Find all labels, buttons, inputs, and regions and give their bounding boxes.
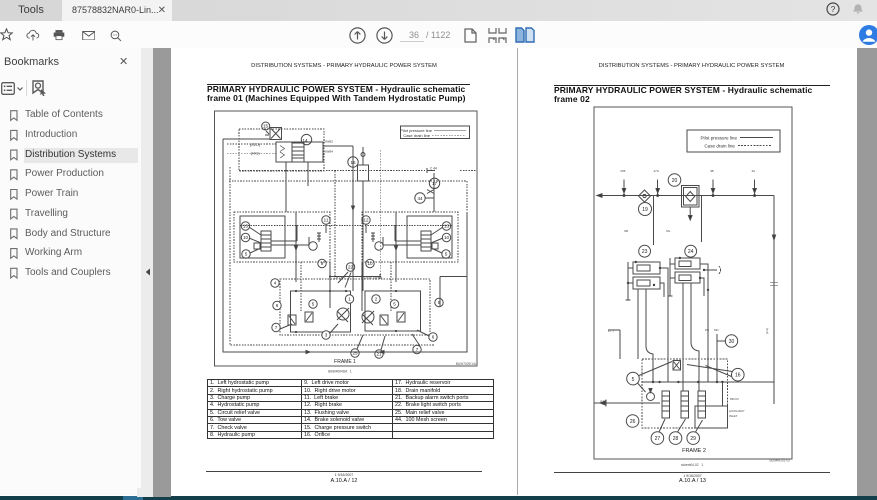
- svg-text:19: 19: [642, 207, 648, 213]
- svg-text:29: 29: [690, 436, 696, 442]
- svg-text:8: 8: [438, 300, 441, 305]
- svg-text:3: 3: [325, 333, 328, 338]
- svg-text:11: 11: [324, 218, 329, 223]
- svg-text:CASE DRAIN: CASE DRAIN: [364, 276, 382, 280]
- svg-text:SWB4: SWB4: [325, 150, 334, 154]
- svg-text:5: 5: [445, 252, 448, 257]
- svg-text:13: 13: [444, 224, 450, 229]
- svg-text:12: 12: [363, 218, 369, 223]
- svg-text:5: 5: [312, 302, 315, 307]
- svg-text:16: 16: [350, 160, 356, 165]
- svg-text:C 44: C 44: [430, 167, 437, 171]
- svg-text:44: 44: [417, 196, 423, 201]
- svg-text:5: 5: [632, 377, 635, 383]
- svg-text:SWB2: SWB2: [325, 140, 334, 144]
- svg-text:MC: MC: [714, 328, 719, 332]
- svg-text:47A: 47A: [654, 169, 659, 173]
- svg-text:schem04-02 1: schem04-02 1: [681, 463, 703, 467]
- svg-text:SB: SB: [624, 229, 628, 233]
- svg-text:(2.2): (2.2): [765, 328, 769, 334]
- svg-text:7: 7: [416, 347, 419, 352]
- svg-text:B0804094DA 1: B0804094DA 1: [328, 370, 352, 374]
- svg-text:47B: 47B: [620, 169, 625, 173]
- svg-text:BD04M101-02: BD04M101-02: [769, 459, 790, 463]
- svg-text:21: 21: [376, 352, 382, 357]
- svg-text:20: 20: [672, 178, 678, 184]
- svg-text:7: 7: [275, 325, 278, 330]
- svg-text:AUXILIARY: AUXILIARY: [729, 409, 745, 413]
- svg-text:2: 2: [375, 297, 378, 302]
- svg-text:6: 6: [432, 335, 435, 340]
- svg-text:Pilot pressure line: Pilot pressure line: [700, 135, 737, 140]
- svg-text:1: 1: [348, 297, 351, 302]
- svg-text:26: 26: [630, 419, 636, 425]
- svg-text:PC: PC: [705, 328, 710, 332]
- svg-text:17: 17: [432, 181, 438, 186]
- svg-text:Case drain line: Case drain line: [403, 133, 430, 138]
- svg-text:28: 28: [673, 436, 679, 442]
- svg-text:d 1/7: d 1/7: [600, 399, 607, 403]
- svg-text:25: 25: [352, 351, 358, 356]
- svg-text:9: 9: [321, 261, 324, 266]
- svg-text:5: 5: [245, 252, 248, 257]
- svg-text:14: 14: [302, 138, 308, 143]
- svg-text:24: 24: [688, 249, 694, 255]
- svg-text:10: 10: [444, 235, 450, 240]
- svg-text:10: 10: [243, 235, 249, 240]
- svg-text:(HG): (HG): [251, 151, 260, 156]
- svg-text:22: 22: [348, 265, 354, 270]
- svg-text:4: 4: [274, 281, 277, 286]
- svg-text:INLET: INLET: [729, 414, 738, 418]
- svg-text:Case drain line: Case drain line: [704, 143, 735, 148]
- svg-text:SG: SG: [666, 229, 671, 233]
- svg-text:?: ?: [831, 4, 836, 14]
- svg-text:5: 5: [393, 302, 396, 307]
- svg-text:MFCO: MFCO: [730, 397, 739, 401]
- svg-text:27: 27: [655, 436, 661, 442]
- svg-text:10: 10: [367, 261, 373, 266]
- svg-text:FRAME 1: FRAME 1: [334, 359, 356, 365]
- svg-text:FT ): FT ): [608, 329, 613, 333]
- svg-text:13: 13: [243, 224, 249, 229]
- svg-text:FRAME 2: FRAME 2: [682, 448, 706, 454]
- svg-text:BUW7029/1/A: BUW7029/1/A: [456, 362, 477, 366]
- svg-text:30: 30: [729, 339, 735, 345]
- svg-text:6: 6: [276, 303, 279, 308]
- svg-text:4A: 4A: [752, 169, 756, 173]
- svg-text:15: 15: [263, 124, 269, 129]
- svg-text:23: 23: [642, 249, 648, 255]
- svg-text:16: 16: [735, 373, 741, 379]
- svg-text:4B: 4B: [710, 169, 714, 173]
- svg-text:CH.OUT: CH.OUT: [334, 276, 346, 280]
- svg-text:(L1O): (L1O): [250, 142, 261, 147]
